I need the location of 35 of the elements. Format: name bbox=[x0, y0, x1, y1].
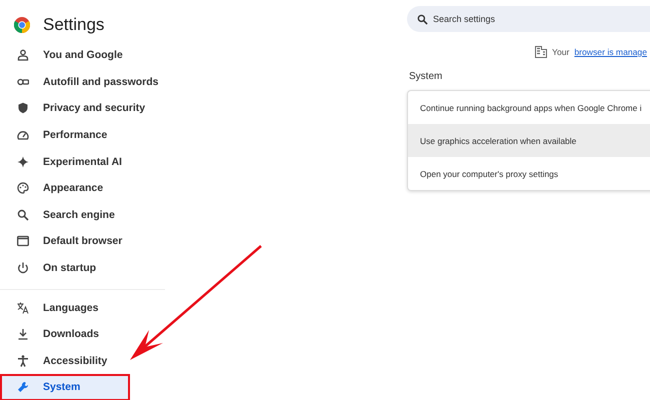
person-icon bbox=[17, 49, 29, 62]
sidebar-item[interactable]: Appearance bbox=[0, 174, 165, 202]
browser-window-icon bbox=[17, 235, 29, 248]
translate-icon bbox=[17, 302, 29, 314]
shield-icon bbox=[17, 102, 29, 114]
building-icon bbox=[535, 46, 547, 58]
sidebar-item[interactable]: You and Google bbox=[0, 42, 165, 69]
sidebar-item[interactable]: Privacy and security bbox=[0, 95, 165, 122]
power-icon bbox=[17, 262, 29, 274]
managed-notice-text: Your bbox=[552, 47, 570, 57]
wrench-icon bbox=[17, 381, 29, 394]
browser-logo-icon bbox=[14, 17, 30, 33]
palette-icon bbox=[17, 182, 29, 194]
section-title: System bbox=[409, 71, 444, 82]
sidebar-item[interactable]: Autofill and passwords bbox=[0, 68, 165, 96]
sparkle-icon bbox=[17, 156, 29, 168]
settings-row[interactable]: Continue running background apps when Google Chrome i bbox=[408, 91, 650, 124]
sidebar-item[interactable]: System bbox=[0, 374, 130, 400]
managed-browser-link[interactable]: browser is manage bbox=[574, 47, 647, 57]
sidebar-item[interactable]: Default browser bbox=[0, 228, 165, 255]
gauge-icon bbox=[17, 129, 29, 142]
accessibility-icon bbox=[17, 354, 29, 367]
search-icon bbox=[17, 208, 29, 221]
sidebar-item[interactable]: Experimental AI bbox=[0, 148, 165, 175]
sidebar-item[interactable]: Languages bbox=[0, 294, 165, 321]
settings-row[interactable]: Open your computer's proxy settings bbox=[408, 157, 650, 190]
sidebar-item[interactable]: Performance bbox=[0, 122, 165, 148]
sidebar-item[interactable]: Accessibility bbox=[0, 348, 165, 374]
search-field[interactable]: Search settings bbox=[407, 6, 650, 32]
sidebar-item[interactable]: Search engine bbox=[0, 202, 165, 228]
sidebar-item[interactable]: Downloads bbox=[0, 320, 165, 348]
sidebar-item[interactable]: On startup bbox=[0, 254, 165, 282]
download-icon bbox=[17, 328, 29, 340]
page-title: Settings bbox=[43, 15, 104, 35]
settings-row[interactable]: Use graphics acceleration when available bbox=[408, 124, 650, 157]
